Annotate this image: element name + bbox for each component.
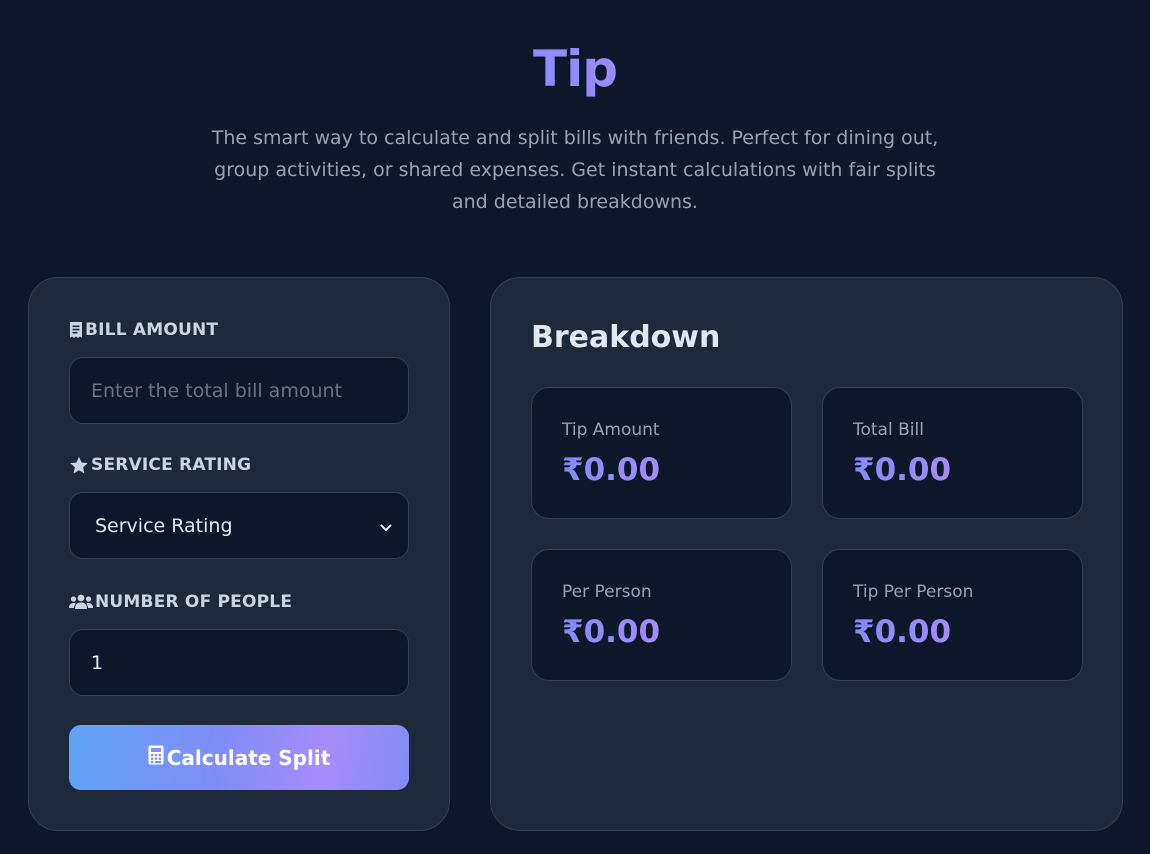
bill-amount-placeholder: Enter the total bill amount	[91, 379, 342, 402]
stat-value: ₹0.00	[562, 452, 661, 488]
stat-label: Tip Per Person	[853, 582, 974, 602]
stat-tip-amount: Tip Amount ₹0.00	[531, 387, 792, 519]
chevron-down-icon	[380, 515, 392, 537]
service-rating-label: SERVICE RATING	[69, 455, 251, 475]
bill-amount-label: BILL AMOUNT	[69, 320, 218, 340]
calculator-form: BILL AMOUNT Enter the total bill amount …	[28, 277, 450, 831]
stat-value: ₹0.00	[853, 452, 952, 488]
stat-value: ₹0.00	[853, 614, 952, 650]
stat-label: Tip Amount	[562, 420, 660, 440]
service-rating-label-text: SERVICE RATING	[91, 455, 252, 475]
users-icon	[69, 593, 93, 611]
page-subtitle: The smart way to calculate and split bil…	[211, 127, 939, 213]
breakdown-panel: Breakdown Tip Amount ₹0.00 Total Bill ₹0…	[490, 277, 1123, 831]
stat-label: Total Bill	[853, 420, 924, 440]
calculate-split-label: Calculate Split	[166, 745, 331, 770]
stat-value: ₹0.00	[562, 614, 661, 650]
number-of-people-label-text: NUMBER OF PEOPLE	[95, 592, 293, 612]
number-of-people-label: NUMBER OF PEOPLE	[69, 592, 292, 612]
service-rating-select[interactable]: Service Rating	[69, 492, 409, 559]
stat-total-bill: Total Bill ₹0.00	[822, 387, 1083, 519]
bill-amount-label-text: BILL AMOUNT	[85, 320, 219, 340]
stat-tip-per-person: Tip Per Person ₹0.00	[822, 549, 1083, 681]
calculator-icon	[148, 745, 164, 770]
stat-label: Per Person	[562, 582, 652, 602]
breakdown-title: Breakdown	[531, 320, 721, 355]
star-icon	[69, 456, 89, 475]
number-of-people-input[interactable]: 1	[69, 629, 409, 696]
page-title: Tip	[0, 40, 1150, 98]
calculate-split-button[interactable]: Calculate Split	[69, 725, 409, 790]
number-of-people-value: 1	[91, 651, 104, 674]
stat-per-person: Per Person ₹0.00	[531, 549, 792, 681]
receipt-icon	[69, 321, 83, 339]
bill-amount-input[interactable]: Enter the total bill amount	[69, 357, 409, 424]
service-rating-selected: Service Rating	[95, 514, 233, 537]
